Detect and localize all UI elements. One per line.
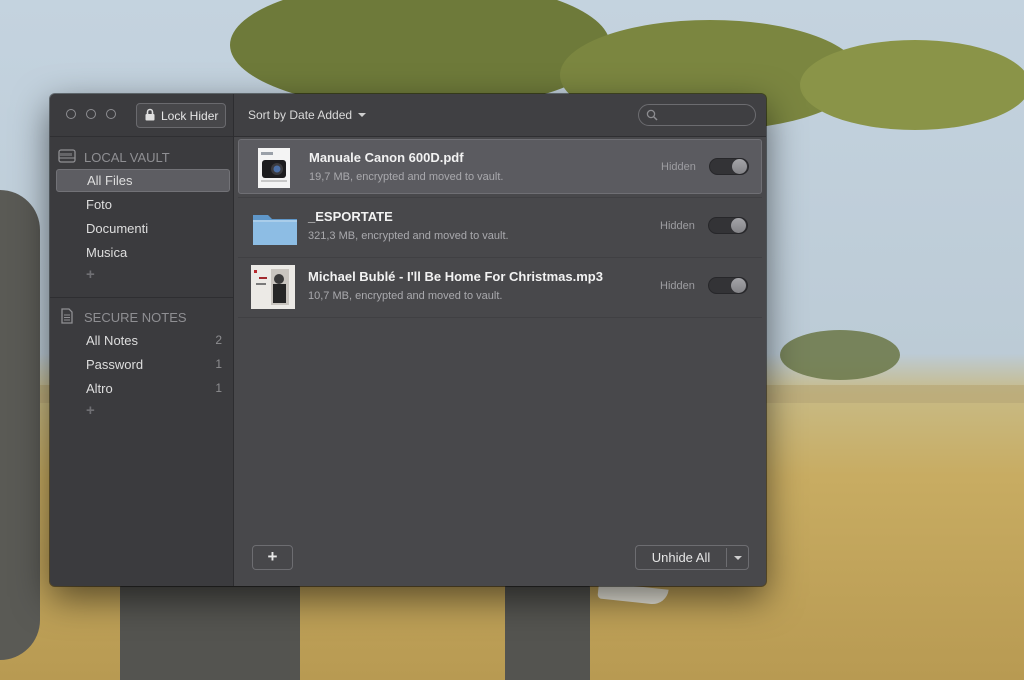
toggle-knob: [732, 159, 747, 174]
sidebar-item-label: Foto: [86, 197, 113, 212]
note-count: 2: [215, 333, 222, 347]
search-icon: [646, 109, 658, 121]
row-divider: [238, 257, 762, 258]
lock-hider-button[interactable]: Lock Hider: [136, 103, 226, 128]
toggle-knob: [731, 218, 746, 233]
file-list: Manuale Canon 600D.pdf 19,7 MB, encrypte…: [234, 137, 766, 586]
file-meta: 10,7 MB, encrypted and moved to vault.: [308, 290, 503, 302]
titlebar-left: Lock Hider: [50, 94, 233, 137]
hidden-status-label: Hidden: [660, 220, 695, 232]
file-row[interactable]: _ESPORTATE 321,3 MB, encrypted and moved…: [238, 199, 762, 254]
file-name: _ESPORTATE: [308, 209, 393, 224]
note-count: 1: [215, 381, 222, 395]
sidebar-item-altro[interactable]: Altro 1: [56, 377, 230, 400]
file-meta: 19,7 MB, encrypted and moved to vault.: [309, 171, 504, 183]
bush: [780, 330, 900, 380]
hidden-toggle[interactable]: [709, 158, 749, 175]
sidebar-item-musica[interactable]: Musica: [56, 241, 230, 264]
tree-canopy: [800, 40, 1024, 130]
chevron-down-icon: [358, 113, 367, 117]
search-input[interactable]: [638, 104, 756, 126]
secure-notes-header: SECURE NOTES: [58, 308, 187, 327]
sort-dropdown[interactable]: Sort by Date Added: [248, 108, 367, 122]
elephant: [0, 190, 40, 660]
pdf-document-icon: [252, 146, 296, 190]
local-vault-header: LOCAL VAULT: [58, 148, 170, 167]
sort-label: Sort by Date Added: [248, 108, 353, 122]
chevron-down-icon: [734, 555, 742, 560]
lock-hider-label: Lock Hider: [161, 108, 219, 123]
add-vault-folder-button[interactable]: +: [86, 266, 95, 283]
file-name: Michael Bublé - I'll Be Home For Christm…: [308, 269, 603, 284]
row-divider: [238, 197, 762, 198]
file-row[interactable]: Manuale Canon 600D.pdf 19,7 MB, encrypte…: [238, 139, 762, 194]
unhide-all-label: Unhide All: [651, 550, 711, 565]
sidebar-item-all-files[interactable]: All Files: [56, 169, 230, 192]
unhide-options-dropdown[interactable]: [727, 546, 749, 569]
note-icon: [58, 308, 76, 327]
sidebar-item-documenti[interactable]: Documenti: [56, 217, 230, 240]
local-vault-title: LOCAL VAULT: [84, 150, 170, 165]
sidebar-item-label: Musica: [86, 245, 128, 260]
add-note-category-button[interactable]: +: [86, 402, 95, 419]
sidebar: Lock Hider LOCAL VAULT All Files Foto Do…: [50, 94, 234, 586]
drive-icon: [58, 148, 76, 167]
sidebar-item-label: All Files: [87, 173, 133, 188]
sidebar-divider: [50, 297, 233, 298]
elephant-leg: [120, 580, 300, 680]
hider-window: Lock Hider LOCAL VAULT All Files Foto Do…: [50, 94, 766, 586]
hidden-toggle[interactable]: [708, 277, 748, 294]
add-file-button[interactable]: +: [252, 545, 293, 570]
sidebar-item-label: Documenti: [86, 221, 149, 236]
folder-icon: [251, 205, 297, 249]
toggle-knob: [731, 278, 746, 293]
hidden-toggle[interactable]: [708, 217, 748, 234]
file-meta: 321,3 MB, encrypted and moved to vault.: [308, 230, 509, 242]
minimize-window-button[interactable]: [86, 109, 96, 119]
hidden-status-label: Hidden: [660, 280, 695, 292]
sidebar-item-all-notes[interactable]: All Notes 2: [56, 329, 230, 352]
note-count: 1: [215, 357, 222, 371]
row-divider: [238, 317, 762, 318]
zoom-window-button[interactable]: [106, 109, 116, 119]
unhide-all-button[interactable]: Unhide All: [635, 545, 749, 570]
lock-icon: [145, 108, 155, 124]
album-art-icon: [251, 265, 295, 309]
elephant-leg: [505, 580, 590, 680]
file-name: Manuale Canon 600D.pdf: [309, 150, 464, 165]
close-window-button[interactable]: [66, 109, 76, 119]
hidden-status-label: Hidden: [661, 161, 696, 173]
secure-notes-title: SECURE NOTES: [84, 310, 187, 325]
sidebar-item-label: All Notes: [86, 333, 139, 348]
sidebar-item-foto[interactable]: Foto: [56, 193, 230, 216]
sidebar-item-label: Altro: [86, 381, 113, 396]
sidebar-item-label: Password: [86, 357, 144, 372]
toolbar: Sort by Date Added: [234, 94, 766, 137]
sidebar-item-password[interactable]: Password 1: [56, 353, 230, 376]
file-row[interactable]: Michael Bublé - I'll Be Home For Christm…: [238, 259, 762, 314]
